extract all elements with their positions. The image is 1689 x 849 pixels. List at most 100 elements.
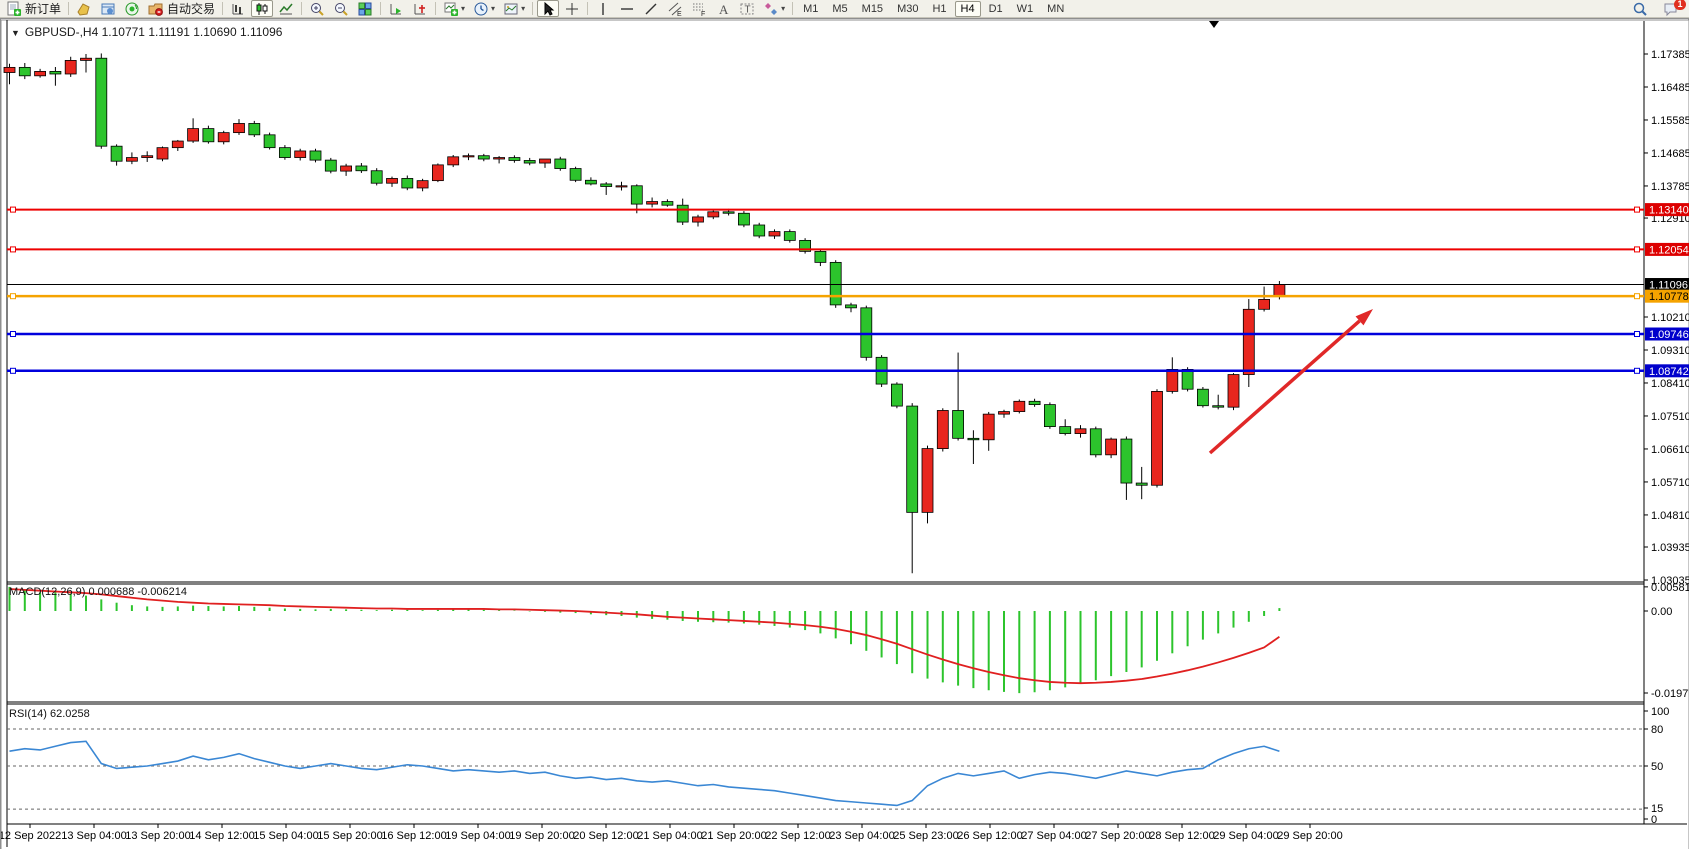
new-order-label: 新订单 (25, 0, 61, 17)
svg-text:1.03935: 1.03935 (1651, 542, 1689, 554)
candle (1029, 401, 1040, 404)
candle (937, 410, 948, 448)
time-label: 28 Sep 12:00 (1149, 830, 1214, 842)
auto-trading-label: 自动交易 (167, 0, 215, 17)
svg-text:1.17385: 1.17385 (1651, 49, 1689, 61)
svg-text:A: A (719, 2, 729, 17)
zoom-out-button[interactable] (330, 0, 352, 17)
svg-text:1.13785: 1.13785 (1651, 181, 1689, 193)
line-handle[interactable] (11, 247, 16, 252)
candle (616, 186, 627, 187)
line-chart-icon (278, 1, 294, 17)
candle (142, 156, 153, 158)
line-handle[interactable] (1635, 294, 1640, 299)
search-button[interactable] (1629, 0, 1651, 17)
bar-chart-button[interactable] (227, 0, 249, 17)
market-watch-button[interactable] (73, 0, 95, 17)
candle (723, 212, 734, 213)
timeframe-m1-button[interactable]: M1 (797, 1, 824, 17)
text-button[interactable]: A (712, 0, 734, 17)
mt4-application: 新订单自动交易▾▾▾EFAT▾M1M5M15M30H1H4D1W1MN1 ▼GB… (0, 0, 1689, 849)
candle (524, 160, 535, 163)
text-icon: A (715, 1, 731, 17)
chat-button[interactable]: 1 (1660, 0, 1682, 17)
timeframe-h1-button[interactable]: H1 (926, 1, 952, 17)
line-handle[interactable] (1635, 247, 1640, 252)
line-chart-button[interactable] (275, 0, 297, 17)
vertical-line-button[interactable] (592, 0, 614, 17)
line-handle[interactable] (1635, 368, 1640, 373)
chart-title-bar[interactable]: ▼GBPUSD-,H4 1.10771 1.11191 1.10690 1.11… (11, 25, 282, 39)
navigator-button[interactable] (121, 0, 143, 17)
svg-text:1.07510: 1.07510 (1651, 411, 1689, 423)
tile-windows-button[interactable] (354, 0, 376, 17)
candlestick-chart-button[interactable] (251, 0, 273, 17)
svg-text:1.14685: 1.14685 (1651, 148, 1689, 160)
svg-text:1.09310: 1.09310 (1651, 345, 1689, 357)
time-label: 13 Sep 20:00 (125, 830, 190, 842)
chevron-down-icon[interactable]: ▼ (11, 28, 20, 38)
toolbar-separator (792, 2, 793, 15)
time-label: 12 Sep 2022 (1, 830, 61, 842)
fibonacci-retracement-button[interactable]: F (688, 0, 710, 17)
candle (647, 202, 658, 205)
time-label: 21 Sep 20:00 (701, 830, 766, 842)
candle (1167, 369, 1178, 391)
new-chart-icon (443, 1, 459, 17)
templates-button[interactable]: ▾ (500, 0, 528, 17)
timeframe-m30-button[interactable]: M30 (891, 1, 924, 17)
equidistant-channel-button[interactable]: E (664, 0, 686, 17)
candle (1274, 285, 1285, 297)
data-window-button[interactable] (97, 0, 119, 17)
candle (968, 438, 979, 439)
svg-text:-0.01977: -0.01977 (1651, 688, 1689, 700)
chart-canvas[interactable]: 1.173851.164851.155851.146851.137851.129… (1, 19, 1689, 849)
svg-text:1.09746: 1.09746 (1649, 329, 1689, 341)
candle-chart-icon (254, 1, 270, 17)
crosshair-button[interactable] (561, 0, 583, 17)
line-handle[interactable] (11, 332, 16, 337)
chart-shift-button[interactable] (409, 0, 431, 17)
dropdown-caret-icon: ▾ (521, 4, 525, 13)
periods-button[interactable]: ▾ (470, 0, 498, 17)
text-label-button[interactable]: T (736, 0, 758, 17)
dropdown-caret-icon: ▾ (781, 4, 785, 13)
svg-text:1.06610: 1.06610 (1651, 444, 1689, 456)
auto-trading-button[interactable]: 自动交易 (145, 0, 218, 17)
line-handle[interactable] (1635, 207, 1640, 212)
toolbar: 新订单自动交易▾▾▾EFAT▾M1M5M15M30H1H4D1W1MN1 (0, 0, 1689, 18)
svg-text:1.12054: 1.12054 (1649, 244, 1689, 256)
time-label: 25 Sep 23:00 (893, 830, 958, 842)
candle (402, 178, 413, 188)
horizontal-line-button[interactable] (616, 0, 638, 17)
line-handle[interactable] (11, 368, 16, 373)
cursor-button[interactable] (537, 0, 559, 17)
timeframe-m15-button[interactable]: M15 (856, 1, 889, 17)
timeframe-w1-button[interactable]: W1 (1011, 1, 1040, 17)
candle (1152, 391, 1163, 485)
auto-scroll-button[interactable] (385, 0, 407, 17)
timeframe-h4-button[interactable]: H4 (955, 1, 981, 17)
candle (4, 67, 15, 72)
candle (631, 186, 642, 204)
data-window-icon (100, 1, 116, 17)
arrow-objects-button[interactable]: ▾ (760, 0, 788, 17)
timeframe-mn-button[interactable]: MN (1041, 1, 1070, 17)
new-chart-button[interactable]: ▾ (440, 0, 468, 17)
time-label: 29 Sep 04:00 (1213, 830, 1278, 842)
timeframe-m5-button[interactable]: M5 (826, 1, 853, 17)
candle (35, 71, 46, 75)
zoom-in-button[interactable] (306, 0, 328, 17)
svg-text:1.13140: 1.13140 (1649, 205, 1689, 217)
time-label: 23 Sep 04:00 (829, 830, 894, 842)
timeframe-d1-button[interactable]: D1 (983, 1, 1009, 17)
candle (953, 410, 964, 438)
line-handle[interactable] (11, 207, 16, 212)
new-order-button[interactable]: 新订单 (3, 0, 64, 17)
line-handle[interactable] (1635, 332, 1640, 337)
pane-frames (1, 20, 1689, 849)
line-handle[interactable] (11, 294, 16, 299)
chart-window: ▼GBPUSD-,H4 1.10771 1.11191 1.10690 1.11… (0, 18, 1689, 849)
candle (188, 129, 199, 141)
trendline-button[interactable] (640, 0, 662, 17)
